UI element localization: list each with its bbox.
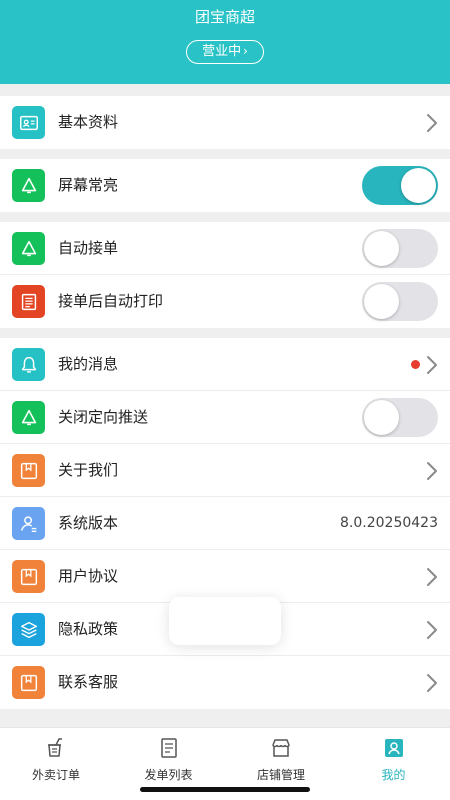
toggle-switch[interactable] xyxy=(362,398,438,437)
app-header: 团宝商超 营业中 › xyxy=(0,0,450,84)
bell-icon xyxy=(12,169,45,202)
settings-group: 自动接单接单后自动打印 xyxy=(0,222,450,328)
settings-group: 基本资料 xyxy=(0,96,450,149)
toggle-switch[interactable] xyxy=(362,166,438,205)
chevron-right-icon xyxy=(426,620,438,640)
bookmark-icon xyxy=(12,666,45,699)
list-icon xyxy=(157,736,181,760)
settings-row-label: 关闭定向推送 xyxy=(58,408,149,426)
unread-badge-dot xyxy=(411,360,420,369)
toggle-knob xyxy=(364,231,399,266)
settings-row[interactable]: 用户协议 xyxy=(0,550,450,603)
settings-row-label: 联系客服 xyxy=(58,673,119,691)
bell-icon xyxy=(12,232,45,265)
tab-label: 外卖订单 xyxy=(31,768,80,782)
toggle-knob xyxy=(401,168,436,203)
chevron-right-icon xyxy=(426,355,438,375)
id-card-icon xyxy=(12,106,45,139)
printer-doc-icon xyxy=(12,285,45,318)
toggle-knob xyxy=(364,284,399,319)
settings-row[interactable]: 关闭定向推送 xyxy=(0,391,450,444)
settings-group: 屏幕常亮 xyxy=(0,159,450,212)
toggle-switch[interactable] xyxy=(362,282,438,321)
bookmark-icon xyxy=(12,454,45,487)
settings-row-label: 自动接单 xyxy=(58,239,119,257)
settings-row[interactable]: 接单后自动打印 xyxy=(0,275,450,328)
profile-icon xyxy=(382,736,406,760)
settings-row-label: 用户协议 xyxy=(58,567,119,585)
business-status-button[interactable]: 营业中 › xyxy=(186,40,264,64)
layers-icon xyxy=(12,613,45,646)
settings-row-label: 我的消息 xyxy=(58,355,119,373)
user-icon xyxy=(12,507,45,540)
tab-label: 发单列表 xyxy=(144,768,193,782)
settings-row-label: 基本资料 xyxy=(58,113,119,131)
tab-item[interactable]: 我的 xyxy=(338,728,450,800)
settings-row-label: 关于我们 xyxy=(58,461,119,479)
store-icon xyxy=(269,736,293,760)
settings-row[interactable]: 基本资料 xyxy=(0,96,450,149)
store-name: 团宝商超 xyxy=(194,8,255,26)
settings-row-label: 屏幕常亮 xyxy=(58,176,119,194)
chevron-right-icon: › xyxy=(243,44,248,58)
settings-group: 我的消息关闭定向推送 关于我们系统版本 8.0.20250423 用户协议隐私政策联系… xyxy=(0,338,450,709)
settings-row-label: 隐私政策 xyxy=(58,620,119,638)
settings-row[interactable]: 联系客服 xyxy=(0,656,450,709)
bookmark-icon xyxy=(12,560,45,593)
chevron-right-icon xyxy=(426,673,438,693)
version-value: 8.0.20250423 xyxy=(340,515,438,531)
settings-row[interactable]: 自动接单 xyxy=(0,222,450,275)
home-indicator xyxy=(140,787,310,792)
settings-row[interactable]: 关于我们 xyxy=(0,444,450,497)
toggle-knob xyxy=(364,400,399,435)
tab-item[interactable]: 外卖订单 xyxy=(0,728,112,800)
tab-label: 我的 xyxy=(381,768,406,782)
business-status-label: 营业中 xyxy=(202,44,242,59)
settings-row[interactable]: 屏幕常亮 xyxy=(0,159,450,212)
toggle-switch[interactable] xyxy=(362,229,438,268)
toast-popup xyxy=(169,597,281,645)
chevron-right-icon xyxy=(426,461,438,481)
chevron-right-icon xyxy=(426,113,438,133)
settings-row[interactable]: 我的消息 xyxy=(0,338,450,391)
bell-icon xyxy=(12,401,45,434)
cup-icon xyxy=(44,736,68,760)
settings-row-label: 系统版本 xyxy=(58,514,119,532)
settings-row-label: 接单后自动打印 xyxy=(58,292,164,310)
tab-label: 店铺管理 xyxy=(256,768,305,782)
chevron-right-icon xyxy=(426,567,438,587)
bell-icon xyxy=(12,348,45,381)
settings-row[interactable]: 系统版本 8.0.20250423 xyxy=(0,497,450,550)
